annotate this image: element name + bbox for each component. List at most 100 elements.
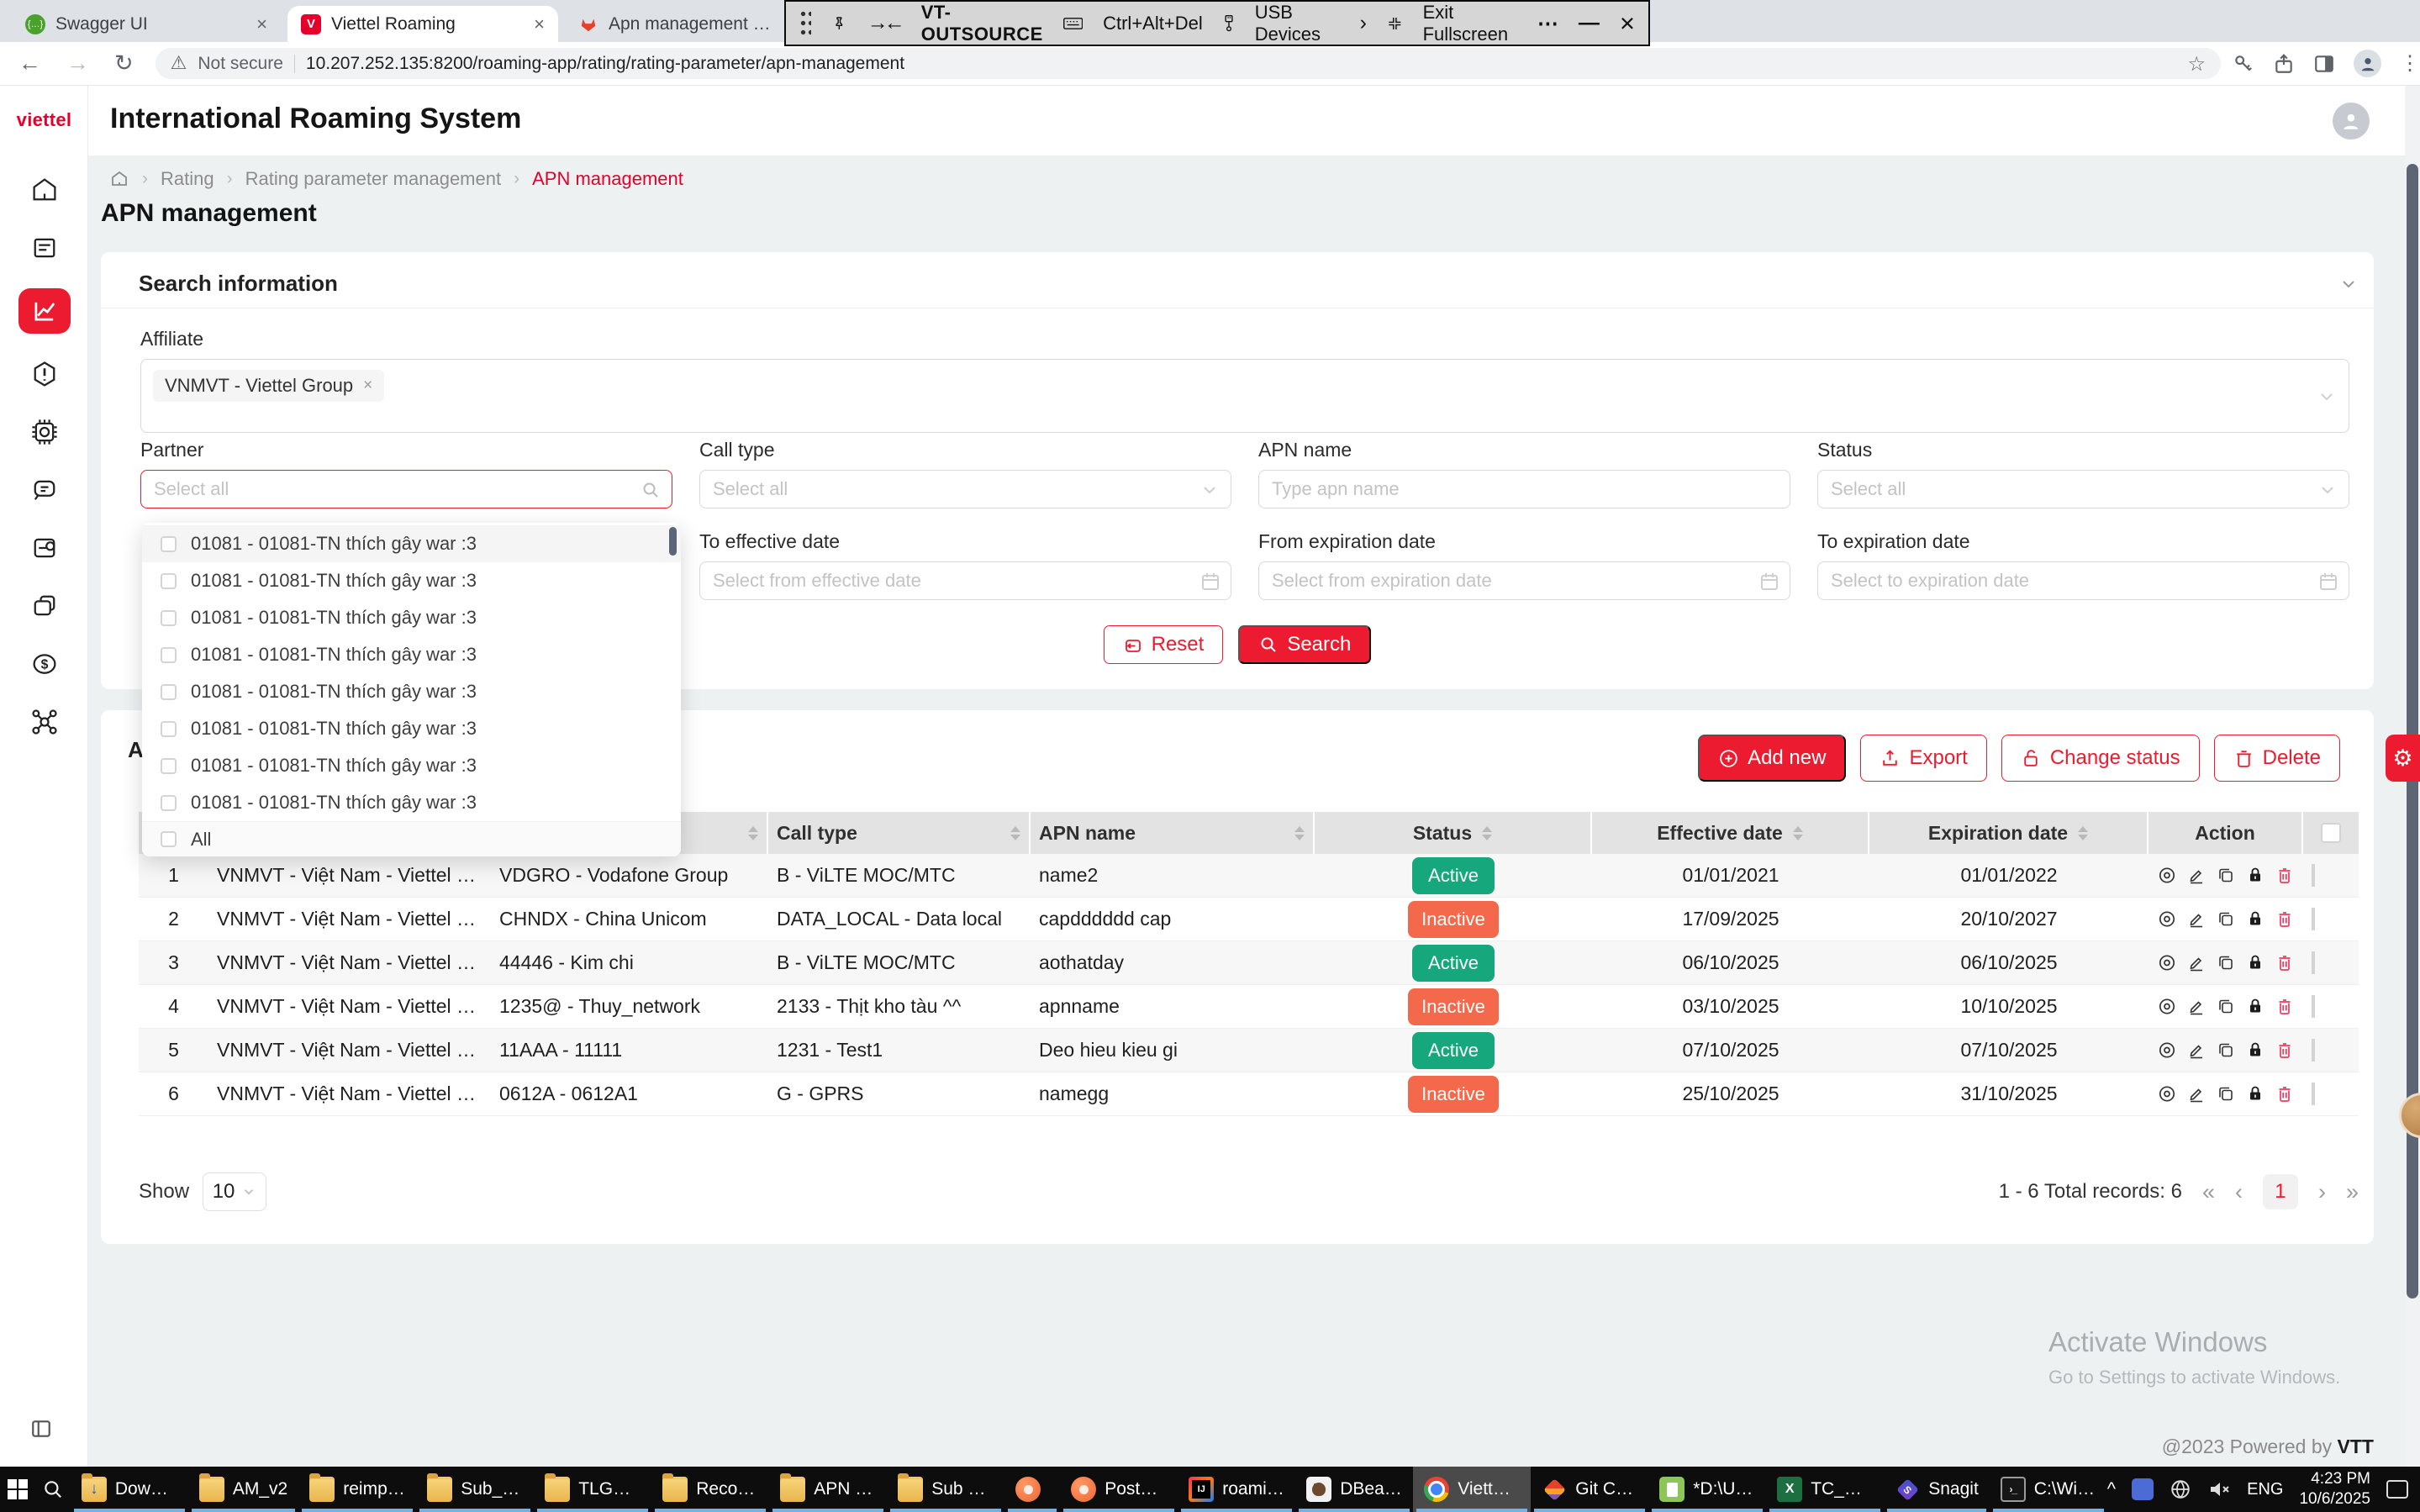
dropdown-option[interactable]: 01081 - 01081-TN thích gây war :3 [142, 673, 681, 710]
call-type-input[interactable] [700, 471, 1231, 508]
sidebar-item-system-config[interactable] [18, 414, 71, 450]
volume-muted-icon[interactable] [2207, 1478, 2231, 1500]
pin-icon[interactable] [831, 13, 847, 34]
hidden-icons-chevron[interactable]: ^ [2107, 1478, 2116, 1500]
sidebar-item-alerts[interactable] [18, 356, 71, 392]
refresh-icon[interactable]: ↻ [114, 50, 134, 76]
option-checkbox[interactable] [161, 573, 177, 589]
view-icon[interactable] [2157, 864, 2177, 887]
sort-icon[interactable] [1793, 826, 1803, 840]
change-status-button[interactable]: Change status [2001, 735, 2200, 782]
table-row[interactable]: 2 VNMVT - Việt Nam - Viettel Group CHNDX… [139, 898, 2359, 941]
network-globe-icon[interactable] [2170, 1478, 2191, 1500]
tab-viettel-roaming[interactable]: V Viettel Roaming × [287, 6, 558, 42]
prev-page-icon[interactable]: ‹ [2235, 1179, 2243, 1205]
copy-icon[interactable] [2216, 864, 2236, 887]
option-checkbox[interactable] [161, 831, 177, 847]
dropdown-scrollbar[interactable] [669, 527, 677, 556]
edit-icon[interactable] [2186, 951, 2206, 974]
taskbar-app[interactable]: reimport [298, 1467, 416, 1512]
taskbar-app[interactable]: Reconve... [651, 1467, 769, 1512]
remove-tag-icon[interactable]: × [363, 377, 372, 395]
first-page-icon[interactable]: « [2202, 1179, 2215, 1205]
clock[interactable]: 4:23 PM 10/6/2025 [2299, 1469, 2370, 1509]
tab-swagger[interactable]: {…} Swagger UI × [12, 6, 281, 42]
to-effective-date-picker[interactable] [699, 561, 1231, 600]
keyboard-icon[interactable] [1063, 13, 1083, 34]
reset-button[interactable]: Reset [1104, 625, 1224, 664]
apn-name-box[interactable] [1258, 470, 1790, 508]
to-expiration-date-input[interactable] [1818, 562, 2349, 599]
lock-icon[interactable] [2245, 908, 2265, 930]
back-icon[interactable]: ← [18, 50, 41, 76]
edit-icon[interactable] [2186, 1083, 2206, 1105]
view-icon[interactable] [2157, 1039, 2177, 1062]
status-input[interactable] [1818, 471, 2349, 508]
expand-chevron-icon[interactable]: › [1360, 11, 1367, 35]
taskbar-search-button[interactable] [35, 1467, 71, 1512]
delete-row-icon[interactable] [2275, 908, 2295, 930]
chevron-down-icon[interactable] [2317, 387, 2337, 407]
home-icon[interactable] [109, 169, 129, 189]
sort-icon[interactable] [1010, 826, 1020, 840]
row-checkbox[interactable] [2312, 1083, 2315, 1105]
edit-icon[interactable] [2186, 995, 2206, 1018]
table-row[interactable]: 1 VNMVT - Việt Nam - Viettel Group VDGRO… [139, 854, 2359, 898]
sort-icon[interactable] [1294, 826, 1305, 840]
status-select[interactable] [1817, 470, 2349, 508]
delete-row-icon[interactable] [2275, 951, 2295, 974]
export-button[interactable]: Export [1860, 735, 1986, 782]
option-checkbox[interactable] [161, 536, 177, 552]
lock-icon[interactable] [2245, 1039, 2265, 1062]
table-row[interactable]: 3 VNMVT - Việt Nam - Viettel Group 44446… [139, 941, 2359, 985]
option-checkbox[interactable] [161, 684, 177, 700]
copy-icon[interactable] [2216, 1039, 2236, 1062]
user-avatar[interactable] [2333, 103, 2370, 140]
warning-icon[interactable]: ⚠ [171, 53, 187, 74]
lock-icon[interactable] [2245, 864, 2265, 887]
view-icon[interactable] [2157, 995, 2177, 1018]
taskbar-app[interactable]: *D:\User... [1648, 1467, 1766, 1512]
option-checkbox[interactable] [161, 647, 177, 663]
start-button[interactable] [0, 1467, 35, 1512]
close-tab-icon[interactable]: × [534, 13, 545, 35]
browser-profile-avatar[interactable] [2354, 50, 2381, 77]
table-row[interactable]: 4 VNMVT - Việt Nam - Viettel Group 1235@… [139, 985, 2359, 1029]
taskbar-app[interactable]: Downlo... [71, 1467, 188, 1512]
dropdown-option[interactable]: 01081 - 01081-TN thích gây war :3 [142, 784, 681, 821]
collapse-chevron-icon[interactable] [2338, 274, 2359, 294]
view-icon[interactable] [2157, 951, 2177, 974]
dropdown-option[interactable]: 01081 - 01081-TN thích gây war :3 [142, 562, 681, 599]
call-type-select[interactable] [699, 470, 1231, 508]
select-all-checkbox[interactable] [2321, 823, 2341, 843]
row-checkbox[interactable] [2312, 864, 2315, 887]
url-bar[interactable]: ⚠ Not secure 10.207.252.135:8200/roaming… [156, 48, 2221, 79]
exit-fullscreen-button[interactable]: Exit Fullscreen [1423, 2, 1517, 45]
sidebar-item-documents[interactable] [18, 230, 71, 266]
dropdown-option-all[interactable]: All [142, 821, 681, 856]
dropdown-option[interactable]: 01081 - 01081-TN thích gây war :3 [142, 599, 681, 636]
row-checkbox[interactable] [2312, 951, 2315, 974]
dropdown-option[interactable]: 01081 - 01081-TN thích gây war :3 [142, 747, 681, 784]
dropdown-option[interactable]: 01081 - 01081-TN thích gây war :3 [142, 525, 681, 562]
dropdown-option[interactable]: 01081 - 01081-TN thích gây war :3 [142, 636, 681, 673]
taskbar-app[interactable]: Git CMD... [1531, 1467, 1648, 1512]
floating-widget[interactable] [2399, 1093, 2420, 1138]
taskbar-app[interactable]: TLGP_Ti... [534, 1467, 651, 1512]
add-new-button[interactable]: Add new [1698, 735, 1846, 782]
option-checkbox[interactable] [161, 758, 177, 774]
breadcrumb-rating-parameter[interactable]: Rating parameter management [245, 168, 502, 190]
edit-icon[interactable] [2186, 908, 2206, 930]
page-size-select[interactable]: 10 [203, 1172, 266, 1211]
delete-button[interactable]: Delete [2214, 735, 2340, 782]
usb-icon[interactable] [1223, 12, 1235, 35]
bookmark-star-icon[interactable]: ☆ [2187, 52, 2206, 76]
col-call-type[interactable]: Call type [768, 812, 1031, 854]
delete-row-icon[interactable] [2275, 1039, 2295, 1062]
taskbar-app[interactable]: APN Ma... [769, 1467, 887, 1512]
copy-icon[interactable] [2216, 1083, 2236, 1105]
taskbar-app[interactable]: TC_API_... [1766, 1467, 1884, 1512]
taskbar-app[interactable]: Viettel R... [1413, 1467, 1531, 1512]
sidebar-item-messages[interactable] [18, 472, 71, 508]
delete-row-icon[interactable] [2275, 1083, 2295, 1105]
